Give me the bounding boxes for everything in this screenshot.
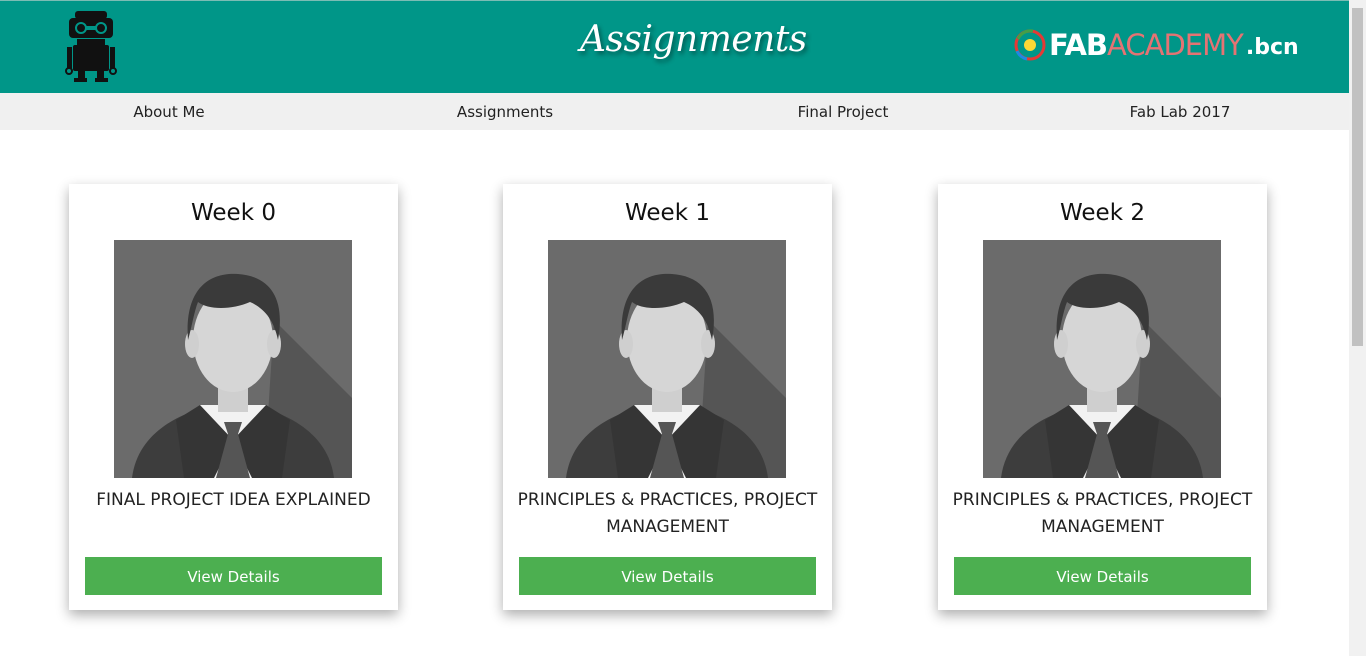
brand-fab: FAB [1049, 27, 1108, 62]
brand-academy: ACADEMY [1107, 27, 1244, 62]
fab-academy-emblem-icon [1014, 29, 1046, 61]
view-details-button[interactable]: View Details [519, 557, 816, 595]
assignment-card: Week 1 PRINCIPLES & PRACTICES, PROJECT M… [503, 184, 832, 610]
page-scrollbar[interactable] [1349, 0, 1366, 656]
avatar-placeholder-icon [548, 240, 786, 478]
avatar-placeholder-icon [983, 240, 1221, 478]
view-details-button[interactable]: View Details [954, 557, 1251, 595]
card-title: Week 0 [191, 200, 276, 226]
avatar-placeholder-icon [114, 240, 352, 478]
card-description: FINAL PROJECT IDEA EXPLAINED [96, 490, 371, 510]
fab-academy-logo[interactable]: FAB ACADEMY .bcn [1013, 25, 1299, 65]
header-bar: Assignments FAB ACADEMY .bcn [0, 0, 1349, 93]
brand-bcn: .bcn [1245, 35, 1299, 60]
nav-about-me[interactable]: About Me [133, 93, 204, 130]
nav-bar: About Me Assignments Final Project Fab L… [0, 93, 1349, 130]
card-description: PRINCIPLES & PRACTICES, PROJECT MANAGEME… [952, 490, 1253, 537]
card-description: PRINCIPLES & PRACTICES, PROJECT MANAGEME… [517, 490, 818, 537]
page-title: Assignments [580, 19, 807, 60]
card-title: Week 2 [1060, 200, 1145, 226]
robot-logo-icon[interactable] [65, 11, 117, 83]
assignment-card: Week 0 FINAL PROJECT IDEA EXPLAINED View… [69, 184, 398, 610]
nav-assignments[interactable]: Assignments [457, 93, 553, 130]
view-details-button[interactable]: View Details [85, 557, 382, 595]
nav-fab-lab-2017[interactable]: Fab Lab 2017 [1130, 93, 1231, 130]
card-title: Week 1 [625, 200, 710, 226]
assignment-card: Week 2 PRINCIPLES & PRACTICES, PROJECT M… [938, 184, 1267, 610]
nav-final-project[interactable]: Final Project [798, 93, 889, 130]
scrollbar-thumb[interactable] [1352, 8, 1363, 346]
